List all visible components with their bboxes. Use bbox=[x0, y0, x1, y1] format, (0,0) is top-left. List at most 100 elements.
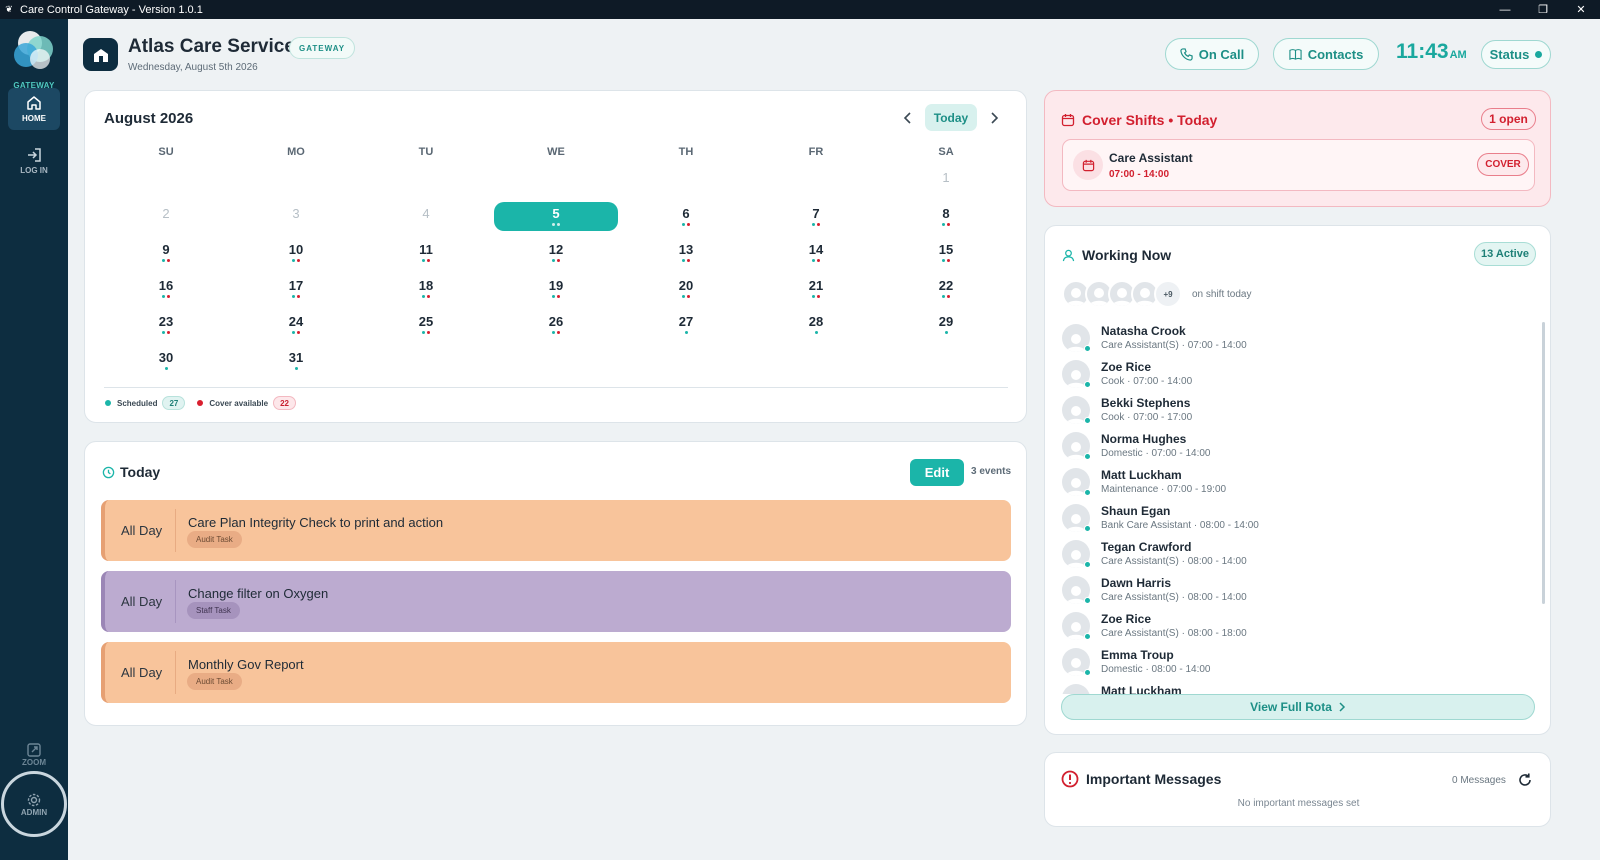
scheduled-dot bbox=[552, 295, 555, 298]
staff-row[interactable]: Norma Hughes Domestic · 07:00 - 14:00 bbox=[1062, 430, 1532, 466]
staff-row[interactable]: Dawn Harris Care Assistant(S) · 08:00 - 1… bbox=[1062, 574, 1532, 610]
gateway-badge: GATEWAY bbox=[289, 37, 356, 59]
day-indicator-dots bbox=[292, 331, 300, 335]
calendar-day[interactable]: 12 bbox=[494, 238, 618, 267]
calendar-day[interactable]: 31 bbox=[234, 346, 358, 375]
calendar-day[interactable]: 13 bbox=[624, 238, 748, 267]
restore-icon[interactable]: ❐ bbox=[1524, 0, 1562, 19]
day-indicator-dots bbox=[552, 223, 560, 227]
calendar-day[interactable]: 14 bbox=[754, 238, 878, 267]
calendar-day[interactable]: 29 bbox=[884, 310, 1008, 339]
minimize-icon[interactable]: — bbox=[1486, 0, 1524, 19]
calendar-day[interactable]: 18 bbox=[364, 274, 488, 303]
calendar-day[interactable]: 1 bbox=[884, 166, 1008, 195]
edit-button[interactable]: Edit bbox=[910, 459, 964, 486]
calendar-day[interactable]: 23 bbox=[104, 310, 228, 339]
weekday-header: SU bbox=[158, 146, 174, 158]
event-when: All Day bbox=[121, 594, 163, 609]
staff-row[interactable]: Zoe Rice Care Assistant(S) · 08:00 - 18:0… bbox=[1062, 610, 1532, 646]
contacts-button[interactable]: Contacts bbox=[1273, 38, 1379, 70]
calendar-day[interactable]: 19 bbox=[494, 274, 618, 303]
staff-list-scrollbar[interactable] bbox=[1542, 322, 1545, 604]
calendar-day[interactable]: 3 bbox=[234, 202, 358, 231]
calendar-day[interactable]: 28 bbox=[754, 310, 878, 339]
sidebar-item-admin[interactable]: ADMIN bbox=[1, 771, 67, 837]
staff-row[interactable]: Zoe Rice Cook · 07:00 - 14:00 bbox=[1062, 358, 1532, 394]
gear-icon bbox=[27, 793, 41, 806]
staff-row[interactable]: Shaun Egan Bank Care Assistant · 08:00 - … bbox=[1062, 502, 1532, 538]
calendar-title: August 2026 bbox=[104, 110, 194, 127]
calendar-day[interactable]: 24 bbox=[234, 310, 358, 339]
cover-shifts-title: Cover Shifts • Today bbox=[1082, 112, 1218, 128]
cover-shift-item[interactable]: Care Assistant 07:00 - 14:00 COVER bbox=[1062, 139, 1535, 191]
event-item[interactable]: All Day Care Plan Integrity Check to prin… bbox=[101, 500, 1011, 561]
cover-dot bbox=[427, 331, 430, 334]
cover-dot bbox=[297, 331, 300, 334]
staff-row[interactable]: Natasha Crook Care Assistant(S) · 07:00 -… bbox=[1062, 322, 1532, 358]
staff-row[interactable]: Matt Luckham Maintenance · 07:00 - 19:00 bbox=[1062, 466, 1532, 502]
day-indicator-dots bbox=[812, 295, 820, 299]
calendar-day[interactable]: 22 bbox=[884, 274, 1008, 303]
calendar-day[interactable]: 11 bbox=[364, 238, 488, 267]
on-call-button[interactable]: On Call bbox=[1165, 38, 1259, 70]
calendar-day[interactable]: 9 bbox=[104, 238, 228, 267]
more-avatars-badge: +9 bbox=[1154, 280, 1182, 308]
scheduled-dot bbox=[422, 259, 425, 262]
calendar-day[interactable]: 4 bbox=[364, 202, 488, 231]
event-tag: Audit Task bbox=[187, 673, 242, 690]
important-messages-card: Important Messages 0 Messages No importa… bbox=[1044, 752, 1551, 827]
sidebar-item-login[interactable]: LOG IN bbox=[8, 140, 60, 182]
scheduled-dot bbox=[292, 295, 295, 298]
day-indicator-dots bbox=[944, 331, 948, 335]
event-item[interactable]: All Day Change filter on Oxygen Staff Task bbox=[101, 571, 1011, 632]
calendar-day[interactable]: 21 bbox=[754, 274, 878, 303]
scheduled-dot bbox=[942, 223, 945, 226]
staff-row[interactable]: Matt Luckham bbox=[1062, 682, 1532, 694]
cover-shift-role: Care Assistant bbox=[1109, 151, 1193, 165]
cover-button[interactable]: COVER bbox=[1477, 153, 1529, 176]
staff-list[interactable]: Natasha Crook Care Assistant(S) · 07:00 -… bbox=[1062, 322, 1532, 694]
cover-dot bbox=[557, 295, 560, 298]
calendar-day[interactable]: 6 bbox=[624, 202, 748, 231]
cover-dot bbox=[167, 295, 170, 298]
status-button[interactable]: Status bbox=[1481, 40, 1551, 69]
calendar-day[interactable]: 5 bbox=[494, 202, 618, 231]
event-when: All Day bbox=[121, 523, 163, 538]
calendar-day[interactable]: 16 bbox=[104, 274, 228, 303]
staff-row[interactable]: Emma Troup Domestic · 08:00 - 14:00 bbox=[1062, 646, 1532, 682]
calendar-day[interactable]: 15 bbox=[884, 238, 1008, 267]
day-indicator-dots bbox=[814, 331, 818, 335]
calendar-day[interactable]: 26 bbox=[494, 310, 618, 339]
calendar-today-button[interactable]: Today bbox=[925, 104, 977, 131]
scheduled-dot bbox=[942, 295, 945, 298]
view-full-rota-button[interactable]: View Full Rota bbox=[1061, 694, 1535, 720]
calendar-card: August 2026 Today SU MO TU WE TH FR SA 1 2 3 4 5 6 7 8… bbox=[84, 90, 1027, 423]
refresh-icon[interactable] bbox=[1517, 772, 1533, 788]
home-icon bbox=[27, 96, 41, 110]
event-item[interactable]: All Day Monthly Gov Report Audit Task bbox=[101, 642, 1011, 703]
today-card: Today Edit 3 events All Day Care Plan Int… bbox=[84, 441, 1027, 726]
calendar-day[interactable]: 8 bbox=[884, 202, 1008, 231]
chevron-right-icon[interactable] bbox=[983, 107, 1005, 129]
calendar-day[interactable]: 20 bbox=[624, 274, 748, 303]
close-icon[interactable]: ✕ bbox=[1562, 0, 1600, 19]
header-clock: 11:43AM bbox=[1396, 40, 1467, 64]
calendar-day[interactable]: 30 bbox=[104, 346, 228, 375]
staff-row[interactable]: Tegan Crawford Care Assistant(S) · 08:00 … bbox=[1062, 538, 1532, 574]
calendar-day-number: 26 bbox=[548, 314, 564, 329]
calendar-day[interactable]: 2 bbox=[104, 202, 228, 231]
calendar-day[interactable]: 25 bbox=[364, 310, 488, 339]
calendar-day-number: 14 bbox=[808, 242, 824, 257]
chevron-left-icon[interactable] bbox=[897, 107, 919, 129]
day-indicator-dots bbox=[812, 223, 820, 227]
staff-row[interactable]: Bekki Stephens Cook · 07:00 - 17:00 bbox=[1062, 394, 1532, 430]
working-now-title: Working Now bbox=[1082, 247, 1172, 263]
calendar-day[interactable]: 27 bbox=[624, 310, 748, 339]
cover-dot bbox=[427, 259, 430, 262]
cover-dot bbox=[817, 295, 820, 298]
cover-shifts-header: Cover Shifts • Today bbox=[1061, 112, 1217, 128]
calendar-day[interactable]: 7 bbox=[754, 202, 878, 231]
sidebar-item-home[interactable]: HOME bbox=[8, 88, 60, 130]
calendar-day[interactable]: 10 bbox=[234, 238, 358, 267]
calendar-day[interactable]: 17 bbox=[234, 274, 358, 303]
